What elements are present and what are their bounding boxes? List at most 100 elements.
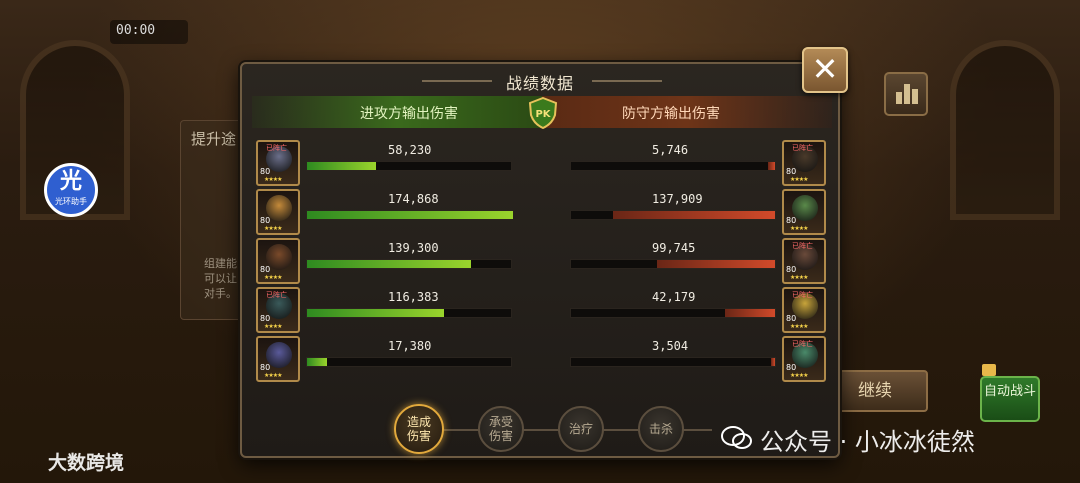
attacker-damage-value: 116,383 <box>388 290 439 304</box>
dead-tag: 已阵亡 <box>266 144 287 152</box>
dead-tag: 已阵亡 <box>792 242 813 250</box>
defender-portrait[interactable]: 80 ★★★★ <box>782 189 826 235</box>
hero-level: 80 <box>260 216 271 225</box>
defender-damage-bar-track <box>570 161 776 171</box>
wechat-icon <box>721 426 752 449</box>
defender-portrait[interactable]: 已阵亡 80 ★★★★ <box>782 140 826 186</box>
attacker-damage-bar <box>307 162 376 170</box>
defender-damage-bar-track <box>570 210 776 220</box>
hero-stars: ★★★★ <box>264 323 282 330</box>
watermark-logo: 大数跨境 <box>8 448 124 475</box>
dead-tag: 已阵亡 <box>792 291 813 299</box>
hero-stars: ★★★★ <box>264 176 282 183</box>
attacker-damage-bar-track <box>306 210 513 220</box>
background-panel-subtitle: 组建能可以让对手。 <box>204 257 237 300</box>
hero-stars: ★★★★ <box>790 176 808 183</box>
defender-header: 防守方输出伤害 <box>622 106 720 122</box>
damage-header-band: 进攻方输出伤害 防守方输出伤害 PK <box>252 96 832 129</box>
defender-damage-value: 42,179 <box>652 290 696 304</box>
attacker-damage-value: 139,300 <box>388 241 439 255</box>
defender-damage-bar <box>613 211 775 219</box>
hero-stars: ★★★★ <box>790 323 808 330</box>
stats-tab-label: 击杀 <box>648 422 673 436</box>
attacker-damage-bar-track <box>306 357 512 367</box>
defender-damage-bar-track <box>570 308 776 318</box>
defender-damage-bar-track <box>570 357 776 367</box>
attacker-damage-value: 17,380 <box>388 339 432 353</box>
attacker-damage-bar-track <box>306 259 512 269</box>
defender-damage-bar <box>768 162 775 170</box>
close-button[interactable]: ✕ <box>802 47 848 93</box>
damage-row: 80 ★★★★ 17,380 已阵亡 80 ★★★★ 3,504 <box>242 336 842 382</box>
stats-tab[interactable]: 造成伤害 <box>394 404 444 454</box>
hero-stars: ★★★★ <box>790 225 808 232</box>
damage-row: 已阵亡 80 ★★★★ 116,383 已阵亡 80 ★★★★ 42,179 <box>242 287 842 333</box>
damage-row: 已阵亡 80 ★★★★ 58,230 已阵亡 80 ★★★★ 5,746 <box>242 140 842 186</box>
stats-tab-label: 造成伤害 <box>406 415 431 443</box>
watermark-left-text: 大数跨境 <box>48 452 125 474</box>
defender-damage-bar <box>771 358 775 366</box>
hero-stars: ★★★★ <box>264 372 282 379</box>
attacker-damage-value: 174,868 <box>388 192 439 206</box>
hero-level: 80 <box>260 167 271 176</box>
attacker-damage-value: 58,230 <box>388 143 432 157</box>
attacker-header: 进攻方输出伤害 <box>360 106 458 122</box>
attacker-portrait[interactable]: 已阵亡 80 ★★★★ <box>256 140 300 186</box>
defender-portrait[interactable]: 已阵亡 80 ★★★★ <box>782 238 826 284</box>
statistics-button[interactable] <box>884 72 928 116</box>
background-panel-title: 提升途 <box>191 130 237 148</box>
background-arch <box>950 40 1060 220</box>
attacker-portrait[interactable]: 80 ★★★★ <box>256 336 300 382</box>
defender-damage-value: 99,745 <box>652 241 696 255</box>
pk-shield-icon: PK <box>528 97 558 129</box>
hero-level: 80 <box>786 216 797 225</box>
attacker-damage-bar <box>307 211 513 219</box>
battle-stats-dialog: 战绩数据 进攻方输出伤害 防守方输出伤害 PK 已阵亡 80 ★★★★ 58,230 已… <box>240 62 840 458</box>
attacker-damage-bar <box>307 358 327 366</box>
pk-label: PK <box>535 109 551 120</box>
stats-tab[interactable]: 治疗 <box>558 406 604 452</box>
dead-tag: 已阵亡 <box>266 291 287 299</box>
attacker-damage-bar <box>307 309 444 317</box>
defender-damage-bar-track <box>570 259 776 269</box>
defender-damage-bar <box>725 309 775 317</box>
lock-icon <box>982 364 996 376</box>
auto-battle-button[interactable]: 自动战斗 <box>980 376 1040 422</box>
hero-level: 80 <box>786 167 797 176</box>
stats-tab-label: 承受伤害 <box>488 415 513 443</box>
hero-stars: ★★★★ <box>790 274 808 281</box>
assistant-badge[interactable]: 光 光环助手 <box>44 163 98 217</box>
hero-stars: ★★★★ <box>264 274 282 281</box>
hero-level: 80 <box>786 314 797 323</box>
damage-row: 80 ★★★★ 139,300 已阵亡 80 ★★★★ 99,745 <box>242 238 842 284</box>
damage-row: 80 ★★★★ 174,868 80 ★★★★ 137,909 <box>242 189 842 235</box>
assistant-badge-label: 光环助手 <box>55 197 87 206</box>
attacker-portrait[interactable]: 80 ★★★★ <box>256 238 300 284</box>
hero-stars: ★★★★ <box>264 225 282 232</box>
dialog-title: 战绩数据 <box>505 74 574 93</box>
defender-damage-bar <box>657 260 775 268</box>
hero-level: 80 <box>786 363 797 372</box>
defender-damage-value: 137,909 <box>652 192 703 206</box>
hero-stars: ★★★★ <box>790 372 808 379</box>
attacker-portrait[interactable]: 80 ★★★★ <box>256 189 300 235</box>
dead-tag: 已阵亡 <box>792 144 813 152</box>
dead-tag: 已阵亡 <box>792 340 813 348</box>
stats-tab[interactable]: 承受伤害 <box>478 406 524 452</box>
defender-portrait[interactable]: 已阵亡 80 ★★★★ <box>782 336 826 382</box>
hero-level: 80 <box>260 363 271 372</box>
attacker-damage-bar-track <box>306 308 512 318</box>
hero-level: 80 <box>260 265 271 274</box>
watermark-right-text: 公众号 · 小冰冰徒然 <box>760 428 975 456</box>
defender-damage-value: 5,746 <box>652 143 689 157</box>
defender-portrait[interactable]: 已阵亡 80 ★★★★ <box>782 287 826 333</box>
attacker-portrait[interactable]: 已阵亡 80 ★★★★ <box>256 287 300 333</box>
stats-tab-label: 治疗 <box>568 422 593 436</box>
battle-timer: 00:00 <box>110 20 188 44</box>
attacker-damage-bar-track <box>306 161 512 171</box>
hero-level: 80 <box>260 314 271 323</box>
defender-damage-value: 3,504 <box>652 339 689 353</box>
stats-tab[interactable]: 击杀 <box>638 406 684 452</box>
hero-level: 80 <box>786 265 797 274</box>
attacker-damage-bar <box>307 260 471 268</box>
